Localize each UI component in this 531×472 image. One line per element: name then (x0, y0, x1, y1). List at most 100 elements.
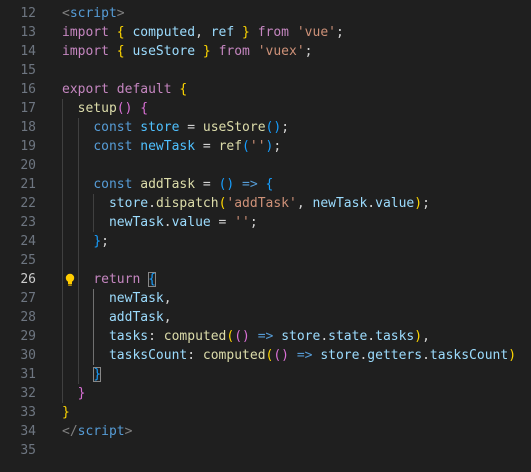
code-lines[interactable]: 12 <script> 13 import { computed, ref } fro… (0, 4, 531, 460)
line-number: 16 (20, 82, 36, 97)
code-line[interactable]: 28 addTask, (0, 308, 531, 327)
line-number: 30 (20, 348, 36, 363)
code-line[interactable]: 23 newTask.value = ''; (0, 213, 531, 232)
code-line[interactable]: 34 </script> (0, 422, 531, 441)
code-token: . (367, 329, 376, 344)
code-line[interactable]: 35 (0, 441, 531, 460)
line-number: 25 (20, 253, 36, 268)
code-token: tasks (375, 329, 415, 344)
code-token: newTask (108, 291, 164, 306)
code-text: } (62, 384, 86, 403)
code-line[interactable]: 25 (0, 251, 531, 270)
code-token: computed (202, 348, 266, 363)
code-line[interactable]: 21 const addTask = () => { (0, 175, 531, 194)
code-line[interactable]: 17 setup() { (0, 99, 531, 118)
code-token: . (367, 196, 376, 211)
code-text: import { useStore } from 'vuex'; (62, 42, 313, 61)
code-token: '' (249, 139, 266, 154)
code-line[interactable]: 14 import { useStore } from 'vuex'; (0, 42, 531, 61)
code-token: ref (210, 25, 235, 40)
code-token: , (163, 291, 172, 306)
code-line[interactable]: 32 } (0, 384, 531, 403)
line-number: 33 (20, 405, 36, 420)
code-token: store (108, 196, 149, 211)
code-line[interactable]: 13 import { computed, ref } from 'vue'; (0, 23, 531, 42)
code-token: . (422, 348, 430, 363)
code-line[interactable]: 22 store.dispatch('addTask', newTask.val… (0, 194, 531, 213)
code-token: 'addTask' (226, 196, 297, 211)
indent-guide (93, 289, 95, 365)
code-line[interactable]: 19 const newTask = ref(''); (0, 137, 531, 156)
line-number: 31 (20, 367, 36, 382)
code-line[interactable]: 16 export default { (0, 80, 531, 99)
line-number: 18 (20, 120, 36, 135)
code-token: () (116, 101, 133, 116)
code-token: computed (132, 25, 196, 40)
code-token: addTask (140, 177, 196, 192)
code-editor[interactable]: 12 <script> 13 import { computed, ref } fro… (0, 0, 531, 472)
code-line[interactable]: 31 } (0, 365, 531, 384)
line-number: 13 (20, 25, 36, 40)
code-line[interactable]: 20 (0, 156, 531, 175)
code-token: 'vuex' (257, 44, 305, 59)
code-token: from (218, 44, 250, 59)
code-text: setup() { (62, 99, 148, 118)
line-number: 26 (20, 272, 36, 287)
code-token: ; (281, 120, 290, 135)
code-token: import (62, 25, 109, 40)
code-line[interactable]: 30 tasksCount: computed(() => store.gett… (0, 346, 531, 365)
code-token: } (62, 405, 70, 420)
code-line[interactable]: 27 newTask, (0, 289, 531, 308)
line-number: 35 (20, 443, 36, 458)
line-number: 17 (20, 101, 36, 116)
code-token: } (93, 234, 102, 249)
code-token: = (195, 177, 219, 192)
code-line[interactable]: 18 const store = useStore(); (0, 118, 531, 137)
code-token: , (296, 196, 313, 211)
code-text: return { (62, 270, 156, 289)
code-token: store (281, 329, 321, 344)
code-token: return (93, 272, 141, 287)
line-number: 29 (20, 329, 36, 344)
code-token: , (195, 25, 211, 40)
line-number: 27 (20, 291, 36, 306)
code-token: ; (249, 215, 258, 230)
code-token: default (116, 82, 172, 97)
code-token: { (179, 82, 188, 97)
code-token: () (265, 120, 282, 135)
code-token: useStore (202, 120, 266, 135)
code-text: const newTask = ref(''); (62, 137, 281, 156)
code-token: > (124, 424, 133, 439)
code-token: ; (304, 44, 313, 59)
code-token: ( (242, 139, 250, 154)
code-line[interactable]: 29 tasks: computed(() => store.state.tas… (0, 327, 531, 346)
code-line[interactable]: 12 <script> (0, 4, 531, 23)
line-number: 22 (20, 196, 36, 211)
line-number: 19 (20, 139, 36, 154)
code-token: dispatch (155, 196, 219, 211)
code-token: ref (218, 139, 243, 154)
code-token: useStore (132, 44, 196, 59)
code-line[interactable]: 33} (0, 403, 531, 422)
code-token: = (195, 139, 219, 154)
code-line[interactable]: 15 (0, 61, 531, 80)
code-line[interactable]: 24 }; (0, 232, 531, 251)
code-token: script (77, 424, 125, 439)
code-text: export default { (62, 80, 187, 99)
code-token: computed (163, 329, 227, 344)
code-line[interactable]: 26 return { (0, 270, 531, 289)
code-token: = (179, 120, 203, 135)
code-token: } (202, 44, 211, 59)
code-token: store (320, 348, 360, 363)
